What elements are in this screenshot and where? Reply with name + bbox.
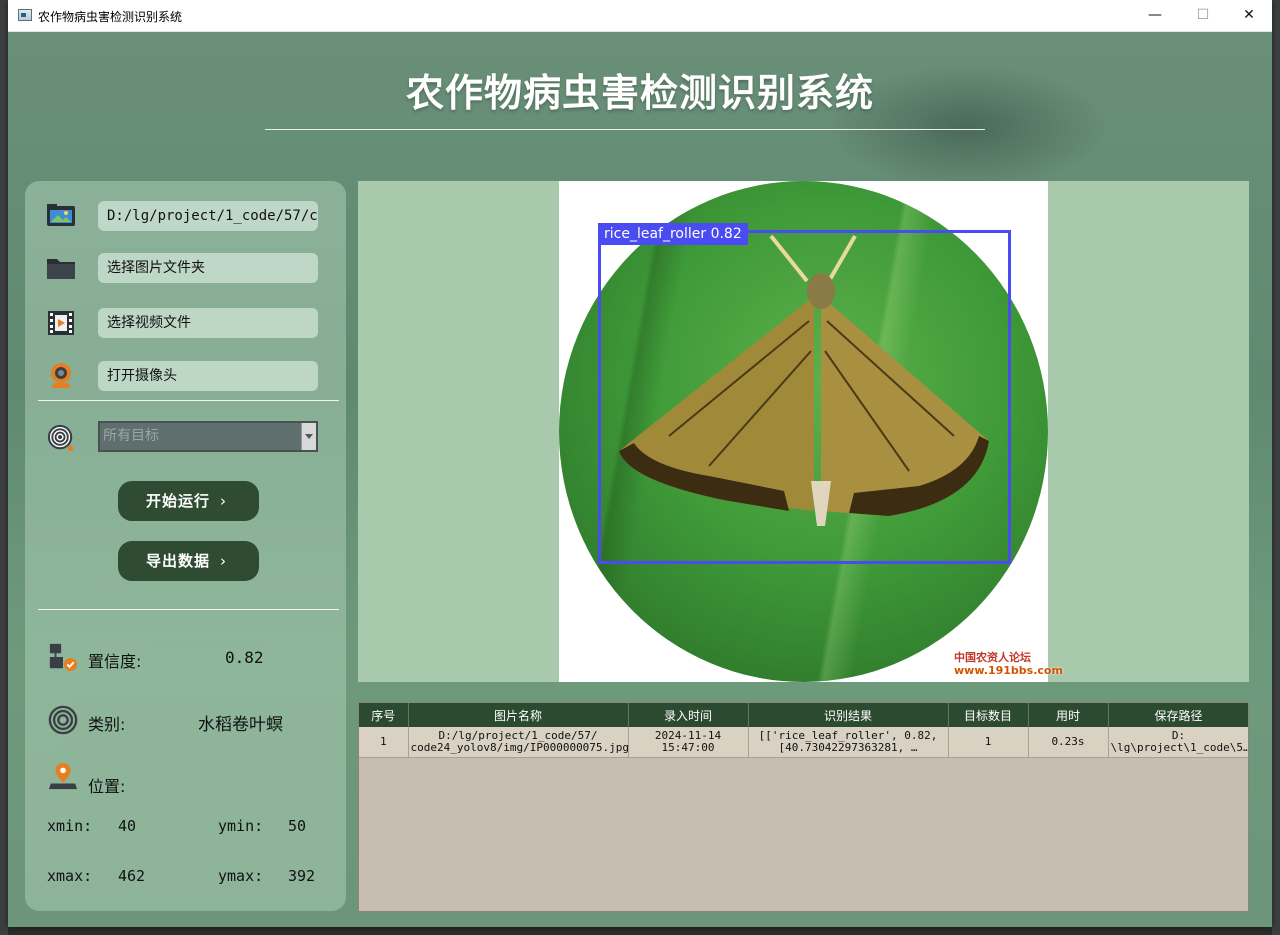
main-content: 农作物病虫害检测识别系统 D:/lg/project/1_code/57/cod…	[8, 32, 1272, 927]
image-file-icon[interactable]	[45, 201, 77, 231]
title-underline	[265, 129, 985, 130]
column-header-save-path[interactable]: 保存路径	[1108, 703, 1248, 727]
background-ide-left	[0, 0, 8, 935]
xmax-label: xmax:	[47, 867, 93, 885]
app-icon	[18, 9, 32, 21]
close-button[interactable]: ✕	[1226, 0, 1272, 31]
select-video-button[interactable]: 选择视频文件	[98, 308, 318, 338]
ymax-label: ymax:	[218, 867, 264, 885]
title-bar: 农作物病虫害检测识别系统 — ☐ ✕	[8, 0, 1272, 32]
cell-image-name[interactable]: D:/lg/project/1_code/57/ code24_yolov8/i…	[408, 727, 629, 758]
image-display-pane: rice_leaf_roller 0.82 中国农资人论坛 www.191bbs…	[358, 181, 1249, 682]
class-value: 水稻卷叶螟	[198, 715, 283, 735]
chevron-right-icon: ›	[220, 552, 227, 570]
column-header-count[interactable]: 目标数目	[948, 703, 1029, 727]
maximize-button[interactable]: ☐	[1180, 0, 1226, 31]
cell-save-path[interactable]: D: \lg\project\1_code\5…	[1108, 727, 1248, 758]
start-run-button[interactable]: 开始运行 ›	[118, 481, 259, 521]
position-label: 位置:	[88, 777, 126, 796]
image-path-field[interactable]: D:/lg/project/1_code/57/code24_yolov8/im…	[98, 201, 318, 231]
column-header-duration[interactable]: 用时	[1028, 703, 1109, 727]
column-header-image-name[interactable]: 图片名称	[408, 703, 629, 727]
divider	[38, 609, 339, 610]
confidence-value: 0.82	[225, 648, 264, 667]
detection-label: rice_leaf_roller 0.82	[598, 223, 748, 245]
confidence-label: 置信度:	[88, 652, 142, 671]
folder-icon[interactable]	[45, 253, 77, 283]
class-icon	[48, 705, 78, 735]
ymin-value: 50	[288, 817, 307, 835]
target-select-dropdown[interactable]: 所有目标	[98, 421, 318, 452]
watermark-line1: 中国农资人论坛	[954, 651, 1031, 664]
location-pin-icon	[48, 762, 78, 790]
column-header-time[interactable]: 录入时间	[628, 703, 749, 727]
class-label: 类别:	[88, 715, 126, 734]
webcam-icon[interactable]	[45, 361, 77, 391]
control-panel: D:/lg/project/1_code/57/code24_yolov8/im…	[25, 181, 346, 911]
window-title: 农作物病虫害检测识别系统	[38, 10, 183, 24]
results-table: 序号 图片名称 录入时间 识别结果 目标数目 用时 保存路径 1 D:/lg/p…	[359, 703, 1248, 758]
video-file-icon[interactable]	[45, 308, 77, 338]
watermark-line2: www.191bbs.com	[954, 664, 1063, 677]
target-icon	[47, 424, 74, 452]
target-select-value: 所有目标	[103, 428, 159, 444]
xmin-value: 40	[118, 817, 137, 835]
image-watermark: 中国农资人论坛 www.191bbs.com	[954, 651, 1063, 677]
cell-time[interactable]: 2024-11-14 15:47:00	[628, 727, 749, 758]
minimize-button[interactable]: —	[1132, 0, 1178, 31]
app-window: 农作物病虫害检测识别系统 — ☐ ✕ 农作物病虫害检测识别系统 D:/lg/pr…	[8, 0, 1272, 927]
table-header-row: 序号 图片名称 录入时间 识别结果 目标数目 用时 保存路径	[359, 703, 1248, 727]
export-data-label: 导出数据	[146, 552, 211, 570]
column-header-index[interactable]: 序号	[359, 703, 409, 727]
xmin-label: xmin:	[47, 817, 93, 835]
ymin-label: ymin:	[218, 817, 264, 835]
xmax-value: 462	[118, 867, 146, 885]
table-row[interactable]: 1 D:/lg/project/1_code/57/ code24_yolov8…	[359, 727, 1248, 758]
start-run-label: 开始运行	[146, 492, 211, 510]
select-image-folder-button[interactable]: 选择图片文件夹	[98, 253, 318, 283]
detection-image: rice_leaf_roller 0.82 中国农资人论坛 www.191bbs…	[559, 181, 1063, 682]
detection-bounding-box	[598, 230, 1011, 564]
open-camera-button[interactable]: 打开摄像头	[98, 361, 318, 391]
column-header-result[interactable]: 识别结果	[748, 703, 949, 727]
results-table-pane: 序号 图片名称 录入时间 识别结果 目标数目 用时 保存路径 1 D:/lg/p…	[358, 702, 1249, 912]
page-title: 农作物病虫害检测识别系统	[405, 71, 874, 115]
background-ide-right	[1272, 0, 1280, 935]
export-data-button[interactable]: 导出数据 ›	[118, 541, 259, 581]
chevron-down-icon[interactable]	[301, 423, 316, 450]
divider	[38, 400, 339, 401]
cell-count[interactable]: 1	[948, 727, 1029, 758]
cell-result[interactable]: [['rice_leaf_roller', 0.82, [40.73042297…	[748, 727, 949, 758]
cell-index[interactable]: 1	[359, 727, 409, 758]
cell-duration[interactable]: 0.23s	[1028, 727, 1109, 758]
confidence-icon	[49, 643, 78, 672]
ymax-value: 392	[288, 867, 316, 885]
chevron-right-icon: ›	[220, 492, 227, 510]
